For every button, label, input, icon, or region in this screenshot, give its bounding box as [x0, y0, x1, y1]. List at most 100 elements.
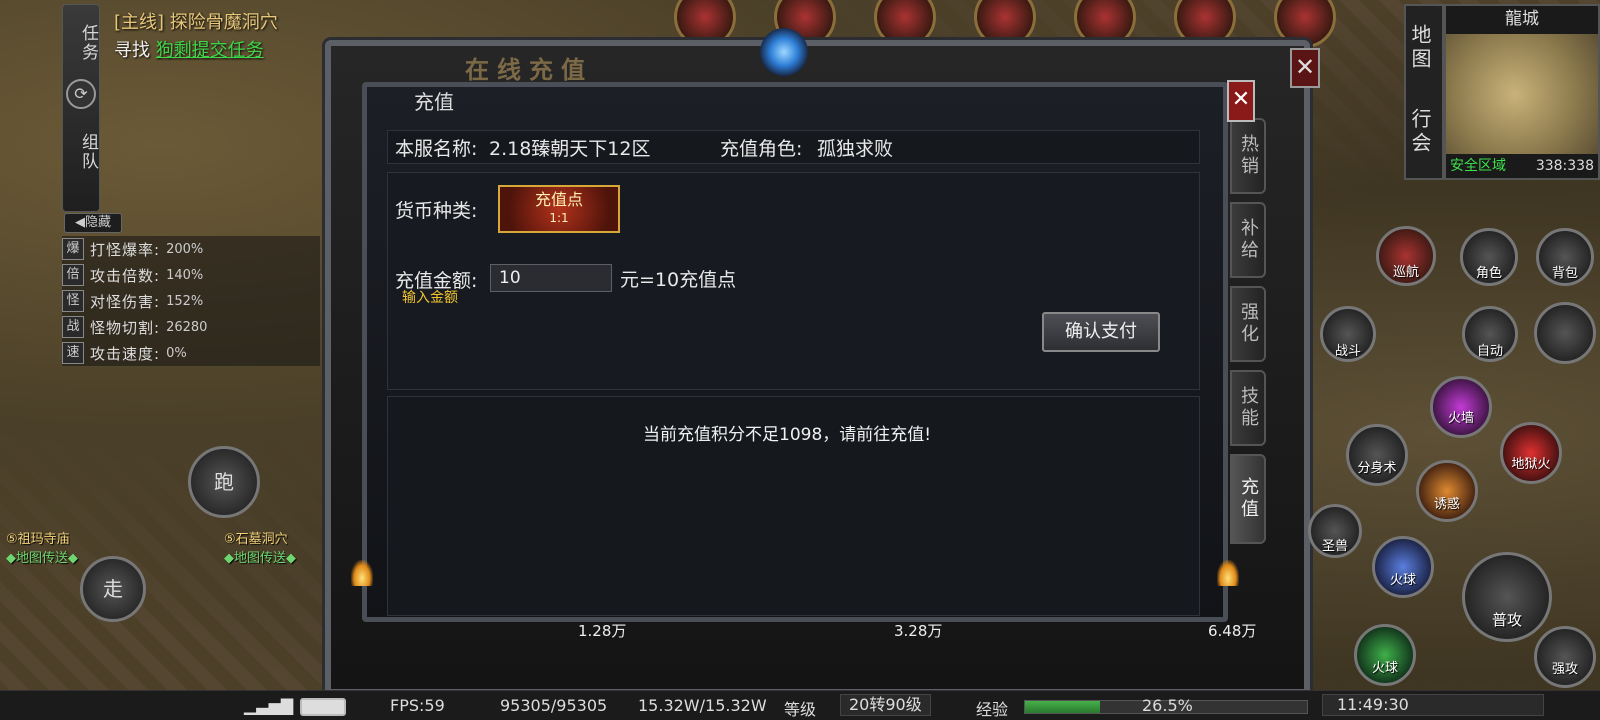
tab-recharge[interactable]: 充值 [1230, 454, 1266, 544]
blue-gem-icon [760, 28, 808, 76]
clock: 11:49:30 [1322, 694, 1544, 716]
currency-option-label: 充值点 [534, 190, 583, 209]
portal-stone-tomb[interactable]: ⑤石墓洞穴 ◆地图传送◆ [224, 528, 296, 566]
outer-close-button[interactable]: ✕ [1290, 48, 1320, 88]
exp-label: 经验 [976, 700, 1009, 719]
minimap[interactable]: 龍城 安全区域 338:338 [1444, 4, 1600, 180]
fireball-big-skill[interactable]: 火球 [1372, 536, 1434, 598]
diamond-icon[interactable] [1534, 302, 1596, 364]
quest-tab-team[interactable]: 组队 [63, 119, 99, 179]
minimap-image[interactable] [1446, 34, 1598, 154]
stat-row: 怪对怪伤害: 152% [62, 288, 320, 314]
currency-ratio: 1:1 [549, 211, 569, 225]
stat-value: 140% [166, 267, 204, 283]
portal-name: ⑤祖玛寺庙 [6, 532, 70, 547]
stat-tag: 怪 [62, 290, 84, 312]
recharge-close-button[interactable]: ✕ [1227, 80, 1255, 122]
stats-panel: 爆打怪爆率: 200% 倍攻击倍数: 140% 怪对怪伤害: 152% 战怪物切割: 2… [62, 236, 320, 366]
stat-tag: 速 [62, 342, 84, 364]
signal-icon: ▁▃▅▇ [244, 696, 294, 715]
tray-amount: 6.48万 [1208, 622, 1257, 640]
walk-button[interactable]: 走 [80, 556, 146, 622]
battle-button[interactable]: 战斗 [1320, 306, 1376, 362]
torch-icon [1217, 560, 1239, 586]
refresh-icon[interactable]: ⟳ [66, 79, 96, 109]
mp-value: 15.32W/15.32W [638, 696, 767, 715]
currency-label: 货币种类: [395, 200, 478, 222]
tab-guild[interactable]: 行会 [1406, 90, 1435, 174]
auto-button[interactable]: 自动 [1462, 306, 1518, 362]
stat-value: 152% [166, 293, 204, 309]
tab-enhance[interactable]: 强化 [1230, 286, 1266, 362]
quest-target-link[interactable]: 狗剩提交任务 [156, 40, 264, 61]
tab-hot-sale[interactable]: 热销 [1230, 118, 1266, 194]
role-label: 充值角色: [720, 138, 803, 160]
quest-tab-task[interactable]: 任务 [63, 5, 99, 75]
summon-skill[interactable]: 圣兽 [1308, 504, 1362, 558]
quest-objective: 寻找 狗剩提交任务 [114, 36, 264, 62]
status-bar: ▁▃▅▇ FPS:59 95305/95305 15.32W/15.32W 等级… [0, 690, 1600, 720]
stat-tag: 倍 [62, 264, 84, 286]
role-button[interactable]: 角色 [1460, 228, 1518, 286]
level-label: 等级 [784, 700, 817, 719]
recharge-panel-title: 充值 [414, 90, 454, 114]
tab-map[interactable]: 地图 [1406, 6, 1435, 90]
rate-text: 元=10充值点 [620, 269, 737, 291]
battery-icon [300, 698, 346, 716]
shop-side-tabs: 热销 补给 强化 技能 充值 [1230, 118, 1268, 552]
stat-row: 速攻击速度: 0% [62, 340, 320, 366]
portal-name: ⑤石墓洞穴 [224, 532, 288, 547]
stat-tag: 战 [62, 316, 84, 338]
firewall-skill[interactable]: 火墙 [1430, 376, 1492, 438]
portal-zuma[interactable]: ⑤祖玛寺庙 ◆地图传送◆ [6, 528, 78, 566]
main-quest-title[interactable]: [主线] 探险骨魔洞穴 [114, 8, 278, 34]
confirm-pay-button[interactable]: 确认支付 [1042, 312, 1160, 352]
recharge-notice: 当前充值积分不足1098，请前往充值! [643, 425, 932, 445]
amount-hint: 输入金额 [402, 290, 458, 306]
fireball-skill[interactable]: 火球 [1354, 624, 1416, 686]
player-coords: 338:338 [1535, 158, 1594, 174]
minimap-footer: 安全区域 338:338 [1446, 154, 1598, 178]
clone-skill[interactable]: 分身术 [1346, 424, 1408, 486]
role-value: 孤独求败 [817, 138, 894, 160]
outer-dialog-title: 在线充值 [465, 56, 593, 84]
normal-attack-button[interactable]: 普攻 [1462, 552, 1552, 642]
tray-amount: 3.28万 [894, 622, 943, 640]
bag-button[interactable]: 背包 [1536, 228, 1594, 286]
lure-skill[interactable]: 诱惑 [1416, 460, 1478, 522]
level-value: 20转90级 [840, 694, 931, 716]
patrol-button[interactable]: 巡航 [1376, 226, 1436, 286]
stat-value: 0% [166, 345, 187, 361]
server-value: 2.18臻朝天下12区 [489, 138, 651, 160]
stat-label: 对怪伤害: [90, 292, 161, 311]
tab-supply[interactable]: 补给 [1230, 202, 1266, 278]
hide-button[interactable]: ◀隐藏 [64, 213, 122, 233]
stat-row: 爆打怪爆率: 200% [62, 236, 320, 262]
quest-tab-panel: 任务 ⟳ 组队 [62, 4, 100, 212]
minimap-tabs: 地图 行会 [1404, 4, 1444, 180]
exp-percent: 26.5% [1142, 696, 1193, 715]
stat-tag: 爆 [62, 238, 84, 260]
torch-icon [351, 560, 373, 586]
stat-row: 战怪物切割: 26280 [62, 314, 320, 340]
stat-label: 攻击倍数: [90, 266, 161, 285]
hellfire-skill[interactable]: 地狱火 [1500, 422, 1562, 484]
safe-zone-label: 安全区域 [1450, 158, 1506, 174]
minimap-title: 龍城 [1446, 6, 1598, 34]
strong-attack-button[interactable]: 强攻 [1534, 626, 1596, 688]
stat-value: 200% [166, 241, 204, 257]
currency-option-button[interactable]: 充值点 1:1 [498, 185, 620, 233]
hide-label: 隐藏 [84, 215, 111, 230]
portal-sub: ◆地图传送◆ [6, 551, 78, 566]
server-label: 本服名称: [395, 138, 478, 160]
fps-counter: FPS:59 [390, 696, 445, 715]
run-button[interactable]: 跑 [188, 446, 260, 518]
amount-input[interactable] [490, 264, 612, 292]
hp-value: 95305/95305 [500, 696, 608, 715]
tray-amount: 1.28万 [578, 622, 627, 640]
tab-skill[interactable]: 技能 [1230, 370, 1266, 446]
stat-row: 倍攻击倍数: 140% [62, 262, 320, 288]
stat-label: 打怪爆率: [90, 240, 161, 259]
stat-label: 怪物切割: [90, 318, 161, 337]
stat-value: 26280 [166, 319, 208, 335]
